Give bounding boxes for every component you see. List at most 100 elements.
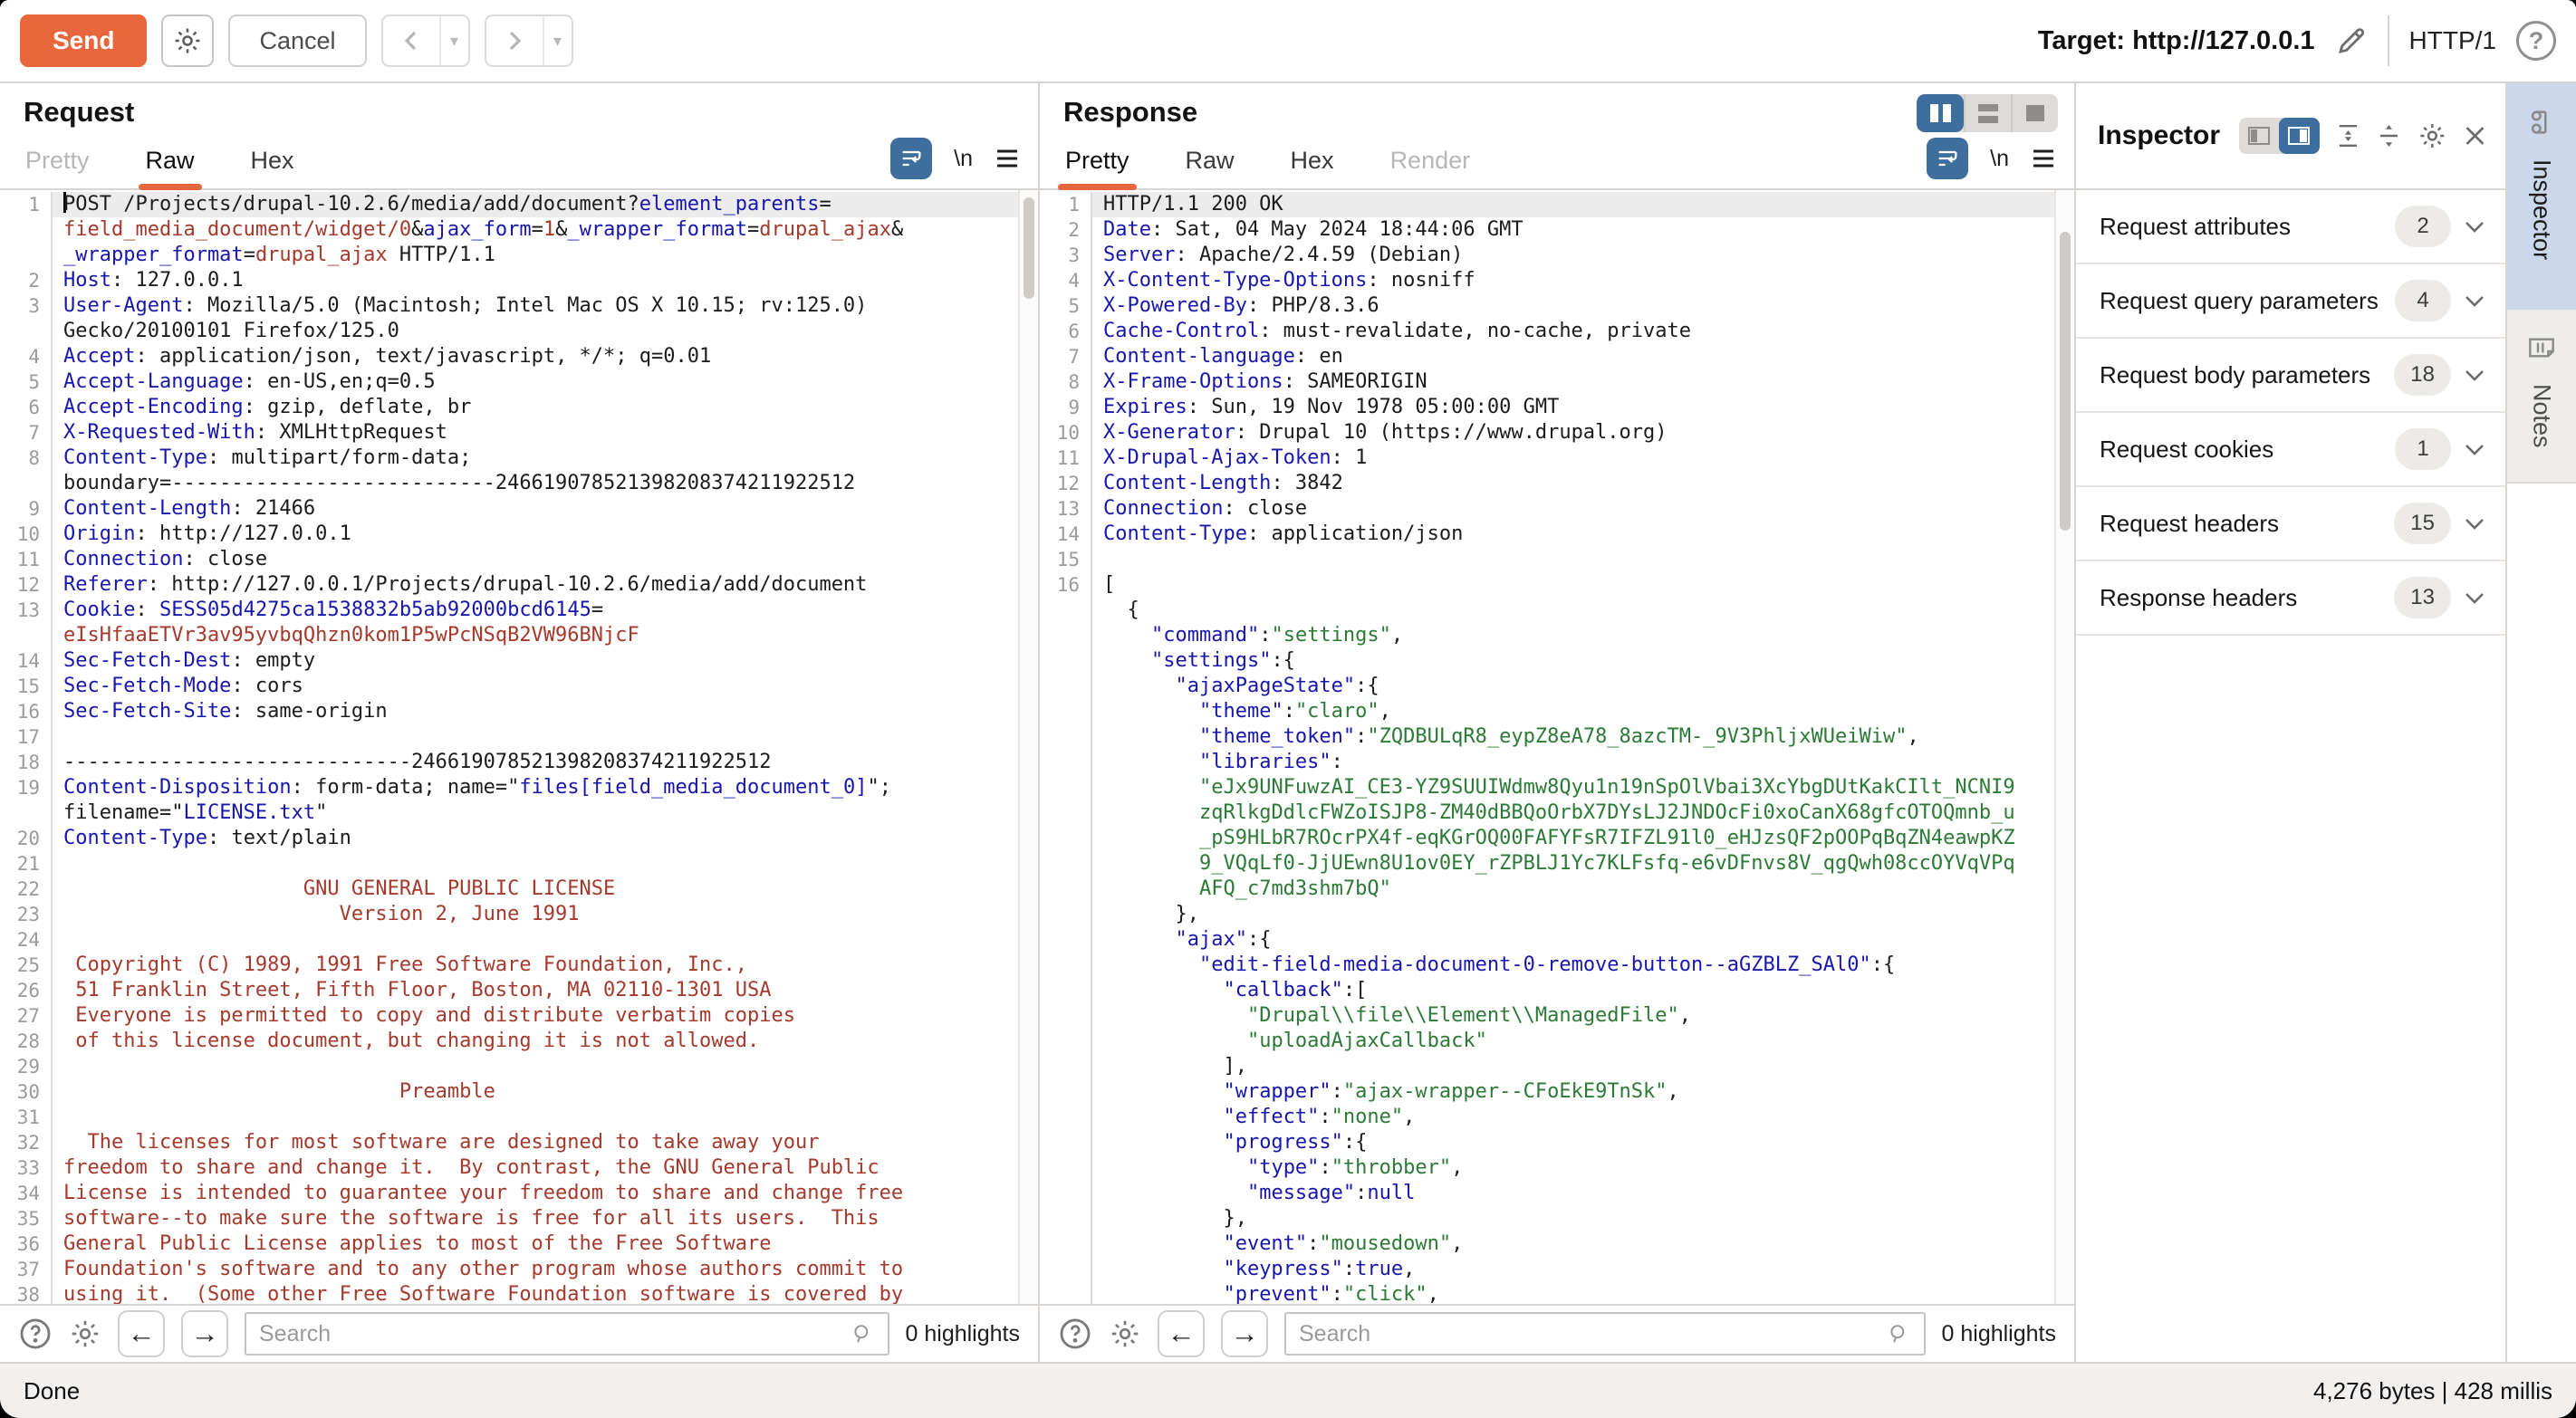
response-tab-render[interactable]: Render (1389, 147, 1473, 188)
next-request-button[interactable]: ▾ (485, 14, 573, 67)
request-search-box[interactable] (245, 1312, 889, 1356)
dock-left-button[interactable] (2239, 118, 2279, 154)
code-line: X-Generator: Drupal 10 (https://www.drup… (1091, 420, 2074, 446)
code-line: Host: 127.0.0.1 (51, 268, 1038, 293)
editor-row: "callback":[ (1040, 978, 2074, 1003)
request-scrollbar-thumb[interactable] (1024, 197, 1034, 299)
show-newlines-toggle[interactable]: \n (1990, 146, 2009, 172)
request-search-input[interactable] (259, 1321, 850, 1347)
collapse-all-icon[interactable] (2376, 122, 2402, 149)
response-search-input[interactable] (1299, 1321, 1886, 1347)
find-next-button[interactable]: → (1221, 1310, 1268, 1357)
inspector-section-response-headers[interactable]: Response headers13 (2076, 561, 2505, 636)
line-number (1040, 851, 1091, 877)
dock-right-button[interactable] (2279, 118, 2319, 154)
line-number (1040, 1054, 1091, 1079)
search-help-icon[interactable] (1058, 1317, 1092, 1351)
editor-row: 3Server: Apache/2.4.59 (Debian) (1040, 243, 2074, 268)
status-text: Done (24, 1377, 80, 1405)
line-number: 15 (1040, 547, 1091, 572)
editor-row: "theme_token":"ZQDBULqR8_eypZ8eA78_8azcT… (1040, 724, 2074, 750)
line-number: 37 (0, 1257, 51, 1282)
editor-row: 13Connection: close (1040, 496, 2074, 522)
editor-menu-icon[interactable] (995, 148, 1020, 169)
response-scrollbar[interactable] (2054, 190, 2074, 1304)
request-tab-raw[interactable]: Raw (144, 147, 197, 188)
line-number: 1 (1040, 192, 1091, 217)
side-tab-notes[interactable]: Notes (2507, 310, 2576, 484)
response-tab-raw[interactable]: Raw (1184, 147, 1236, 188)
inspector-section-request-attributes[interactable]: Request attributes2 (2076, 190, 2505, 264)
code-line: "callback":[ (1091, 978, 2074, 1003)
inspector-section-request-headers[interactable]: Request headers15 (2076, 487, 2505, 561)
editor-row: 38using it. (Some other Free Software Fo… (0, 1282, 1038, 1304)
next-dropdown-icon[interactable]: ▾ (543, 16, 572, 65)
response-tabs: Pretty Raw Hex Render \n (1040, 141, 2074, 190)
side-tab-inspector[interactable]: Inspector (2507, 83, 2576, 310)
response-tab-pretty[interactable]: Pretty (1063, 147, 1131, 188)
response-scrollbar-thumb[interactable] (2060, 232, 2071, 531)
find-next-button[interactable]: → (181, 1310, 228, 1357)
code-line: Foundation's software and to any other p… (51, 1257, 1038, 1282)
editor-row: filename="LICENSE.txt" (0, 800, 1038, 826)
word-wrap-toggle[interactable] (1927, 138, 1968, 179)
line-number: 29 (0, 1054, 51, 1079)
inspector-section-request-cookies[interactable]: Request cookies1 (2076, 413, 2505, 487)
response-search-box[interactable] (1284, 1312, 1926, 1356)
send-button[interactable]: Send (20, 14, 147, 67)
word-wrap-icon (899, 146, 924, 171)
previous-dropdown-icon[interactable]: ▾ (439, 16, 468, 65)
request-tab-hex[interactable]: Hex (249, 147, 296, 188)
layout-rows-button[interactable] (1964, 94, 2011, 132)
section-label: Request body parameters (2100, 361, 2381, 389)
editor-row: 34License is intended to guarantee your … (0, 1181, 1038, 1206)
cancel-button[interactable]: Cancel (228, 14, 366, 67)
search-settings-icon[interactable] (1109, 1317, 1141, 1350)
line-number: 2 (0, 268, 51, 293)
response-editor[interactable]: 1HTTP/1.1 200 OK2Date: Sat, 04 May 2024 … (1040, 190, 2074, 1304)
line-number (1040, 1105, 1091, 1130)
line-number: 22 (0, 877, 51, 902)
editor-row: 6Accept-Encoding: gzip, deflate, br (0, 395, 1038, 420)
line-number: 15 (0, 674, 51, 699)
editor-row: _wrapper_format=drupal_ajax HTTP/1.1 (0, 243, 1038, 268)
editor-menu-icon[interactable] (2031, 148, 2056, 169)
request-editor[interactable]: 1POST /Projects/drupal-10.2.6/media/add/… (0, 190, 1038, 1304)
code-line: }, (1091, 1206, 2074, 1231)
line-number (1040, 1181, 1091, 1206)
line-number: 25 (0, 953, 51, 978)
search-help-icon[interactable] (18, 1317, 53, 1351)
previous-request-button[interactable]: ▾ (381, 14, 470, 67)
line-number: 11 (1040, 446, 1091, 471)
section-count-badge: 2 (2395, 206, 2451, 247)
editor-row: "keypress":true, (1040, 1257, 2074, 1282)
find-previous-button[interactable]: ← (118, 1310, 165, 1357)
send-settings-button[interactable] (161, 14, 214, 67)
editor-row: "ajax":{ (1040, 927, 2074, 953)
word-wrap-toggle[interactable] (890, 138, 932, 179)
http-version-selector[interactable]: HTTP/1 (2409, 26, 2496, 55)
search-settings-icon[interactable] (69, 1317, 101, 1350)
help-icon[interactable]: ? (2516, 21, 2556, 61)
inspector-settings-icon[interactable] (2417, 120, 2447, 151)
code-line: Sec-Fetch-Mode: cors (51, 674, 1038, 699)
line-number: 27 (0, 1003, 51, 1029)
line-number: 14 (1040, 522, 1091, 547)
edit-target-icon[interactable] (2335, 24, 2368, 57)
chevron-down-icon (2464, 220, 2485, 234)
editor-row: }, (1040, 1206, 2074, 1231)
request-scrollbar[interactable] (1018, 190, 1038, 1304)
find-previous-button[interactable]: ← (1158, 1310, 1205, 1357)
request-tab-pretty[interactable]: Pretty (24, 147, 91, 188)
chevron-right-icon (486, 29, 543, 53)
expand-all-icon[interactable] (2335, 122, 2361, 149)
inspector-section-request-query-parameters[interactable]: Request query parameters4 (2076, 264, 2505, 339)
layout-single-button[interactable] (2011, 94, 2058, 132)
layout-columns-button[interactable] (1917, 94, 1964, 132)
show-newlines-toggle[interactable]: \n (954, 146, 973, 172)
close-inspector-icon[interactable] (2463, 123, 2487, 149)
response-tab-hex[interactable]: Hex (1289, 147, 1336, 188)
code-line: ], (1091, 1054, 2074, 1079)
response-findbar: ← → 0 highlights (1040, 1304, 2074, 1362)
inspector-section-request-body-parameters[interactable]: Request body parameters18 (2076, 339, 2505, 413)
